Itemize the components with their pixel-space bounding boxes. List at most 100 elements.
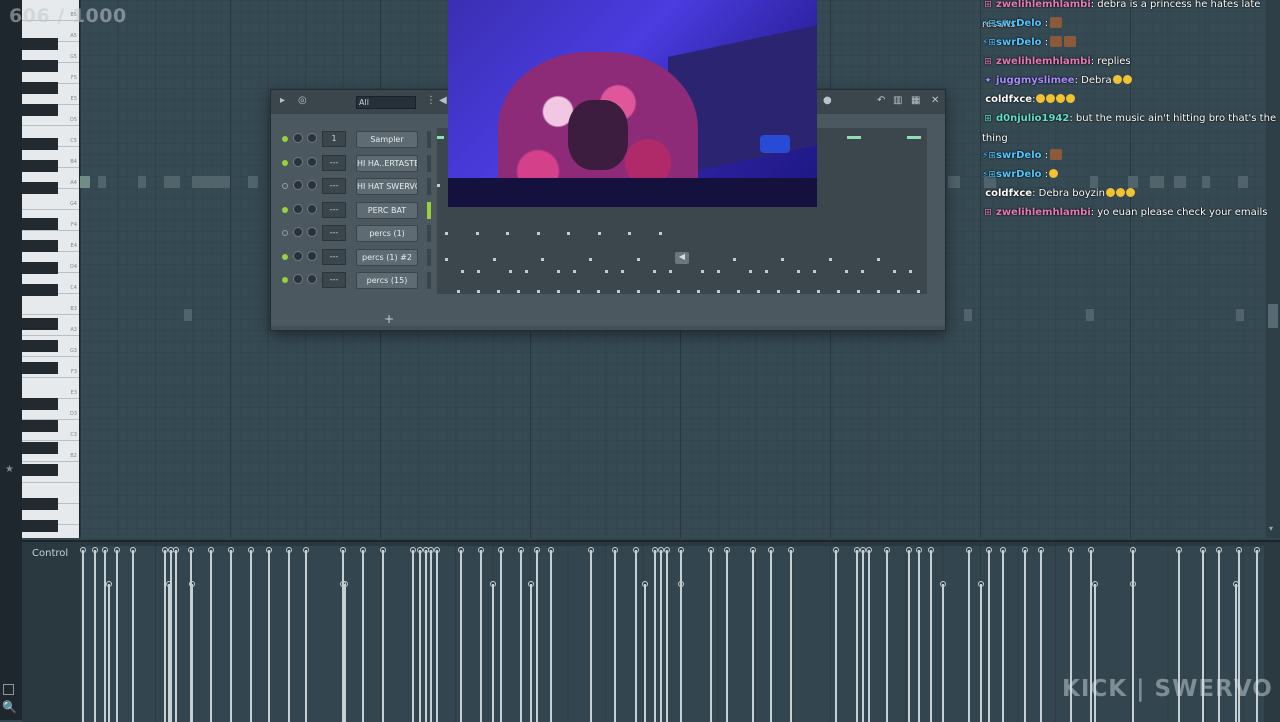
channel-name-button[interactable]: percs (15) (356, 272, 418, 289)
black-key[interactable] (22, 520, 58, 532)
pan-knob[interactable] (293, 133, 303, 143)
ghost-note[interactable] (164, 176, 180, 188)
black-key[interactable] (22, 160, 58, 172)
velocity-stem[interactable] (168, 547, 174, 722)
speaker-icon[interactable]: ◀ (439, 95, 447, 106)
volume-knob[interactable] (307, 274, 317, 284)
ghost-note[interactable] (138, 176, 146, 188)
add-channel-button[interactable]: + (384, 312, 394, 326)
channel-row[interactable]: --- percs (1) (271, 222, 945, 245)
velocity-stem[interactable] (833, 547, 839, 722)
ghost-note[interactable] (1086, 309, 1094, 321)
chat-username[interactable]: coldfxce (985, 94, 1032, 105)
velocity-stem[interactable] (114, 547, 120, 722)
options-icon[interactable]: ⋮ (426, 95, 436, 106)
velocity-stem[interactable] (860, 547, 866, 722)
channel-select-indicator[interactable] (427, 131, 431, 148)
channel-select-indicator[interactable] (427, 201, 431, 219)
mute-led[interactable] (282, 183, 288, 189)
velocity-stem[interactable] (588, 547, 594, 722)
graph-icon[interactable]: ▥ (893, 95, 902, 106)
channel-name-button[interactable]: HI HAT SWERVO (356, 178, 418, 195)
channel-name-button[interactable]: Sampler (356, 131, 418, 148)
pan-knob[interactable] (293, 203, 303, 214)
velocity-stem[interactable] (286, 547, 292, 722)
channel-name-button[interactable]: PERC BAT (356, 201, 418, 219)
chat-username[interactable]: zwelihlemhlambi (996, 56, 1091, 67)
chat-username[interactable]: swrDelo (996, 169, 1042, 180)
velocity-stem[interactable] (966, 547, 972, 722)
velocity-stem[interactable] (423, 547, 429, 722)
pan-knob[interactable] (293, 180, 303, 190)
volume-knob[interactable] (307, 203, 317, 214)
piano-keyboard[interactable]: B5 A5 G5 F5 E5 D5 C5 B4 A4 G4 F4 E4 D4 C4 B3 A3 G3 F3 E3 D3… (22, 0, 80, 538)
mixer-track-field[interactable]: 1 (322, 131, 346, 147)
velocity-stem[interactable] (906, 547, 912, 722)
pan-knob[interactable] (293, 250, 303, 261)
ghost-note[interactable] (184, 309, 192, 321)
ghost-note[interactable] (948, 176, 960, 188)
velocity-stem[interactable] (678, 581, 684, 722)
ghost-note[interactable] (192, 176, 230, 188)
velocity-stem[interactable] (228, 547, 234, 722)
ghost-note[interactable] (964, 309, 972, 321)
velocity-stem[interactable] (458, 547, 464, 722)
channel-name-button[interactable]: percs (1) (356, 225, 418, 242)
velocity-stem[interactable] (166, 581, 172, 722)
channel-filter-select[interactable]: All (356, 96, 416, 109)
velocity-stem[interactable] (788, 547, 794, 722)
chat-username[interactable]: swrDelo (996, 18, 1042, 29)
velocity-stem[interactable] (528, 581, 534, 722)
velocity-stem[interactable] (266, 547, 272, 722)
velocity-stem[interactable] (173, 547, 179, 722)
velocity-stem[interactable] (518, 547, 524, 722)
velocity-stem[interactable] (866, 547, 872, 722)
black-key[interactable] (22, 340, 58, 352)
mixer-track-field[interactable]: --- (322, 225, 346, 241)
target-icon[interactable]: ◎ (298, 95, 307, 106)
velocity-stem[interactable] (986, 547, 992, 722)
swing-knob-icon[interactable]: ● (823, 95, 832, 106)
black-key[interactable] (22, 138, 58, 150)
velocity-stem[interactable] (342, 581, 348, 722)
chat-username[interactable]: swrDelo (996, 150, 1042, 161)
velocity-stem[interactable] (189, 581, 195, 722)
black-key[interactable] (22, 38, 58, 50)
black-key[interactable] (22, 420, 58, 432)
velocity-stem[interactable] (633, 547, 639, 722)
velocity-stem[interactable] (940, 581, 946, 722)
black-key[interactable] (22, 240, 58, 252)
velocity-stem[interactable] (854, 547, 860, 722)
mute-led[interactable] (282, 206, 288, 213)
chat-username[interactable]: coldfxce (985, 188, 1032, 199)
velocity-stem[interactable] (360, 547, 366, 722)
velocity-stem[interactable] (548, 547, 554, 722)
channel-select-indicator[interactable] (427, 248, 431, 266)
velocity-stem[interactable] (928, 547, 934, 722)
ghost-note[interactable] (1236, 309, 1244, 321)
velocity-stem[interactable] (248, 547, 254, 722)
velocity-stem[interactable] (106, 581, 112, 722)
velocity-stem[interactable] (1022, 547, 1028, 722)
velocity-stem[interactable] (652, 547, 658, 722)
channel-select-indicator[interactable] (427, 225, 431, 242)
velocity-stem[interactable] (642, 581, 648, 722)
velocity-stem[interactable] (658, 547, 664, 722)
black-key[interactable] (22, 284, 58, 296)
pan-knob[interactable] (293, 274, 303, 284)
black-key[interactable] (22, 182, 58, 194)
velocity-stem[interactable] (80, 547, 86, 722)
zoom-icon[interactable]: 🔍 (2, 700, 17, 714)
velocity-stem[interactable] (92, 547, 98, 722)
mute-led[interactable] (282, 159, 288, 166)
mute-led[interactable] (282, 253, 288, 260)
channel-select-indicator[interactable] (427, 272, 431, 289)
snap-icon[interactable] (3, 684, 14, 695)
velocity-stem[interactable] (884, 547, 890, 722)
velocity-stem[interactable] (410, 547, 416, 722)
channel-row[interactable]: --- percs (1) #2 (271, 246, 945, 269)
chevron-down-icon[interactable]: ▾ (1269, 524, 1273, 533)
mixer-track-field[interactable]: --- (322, 178, 346, 194)
black-key[interactable] (22, 104, 58, 116)
velocity-stem[interactable] (708, 547, 714, 722)
